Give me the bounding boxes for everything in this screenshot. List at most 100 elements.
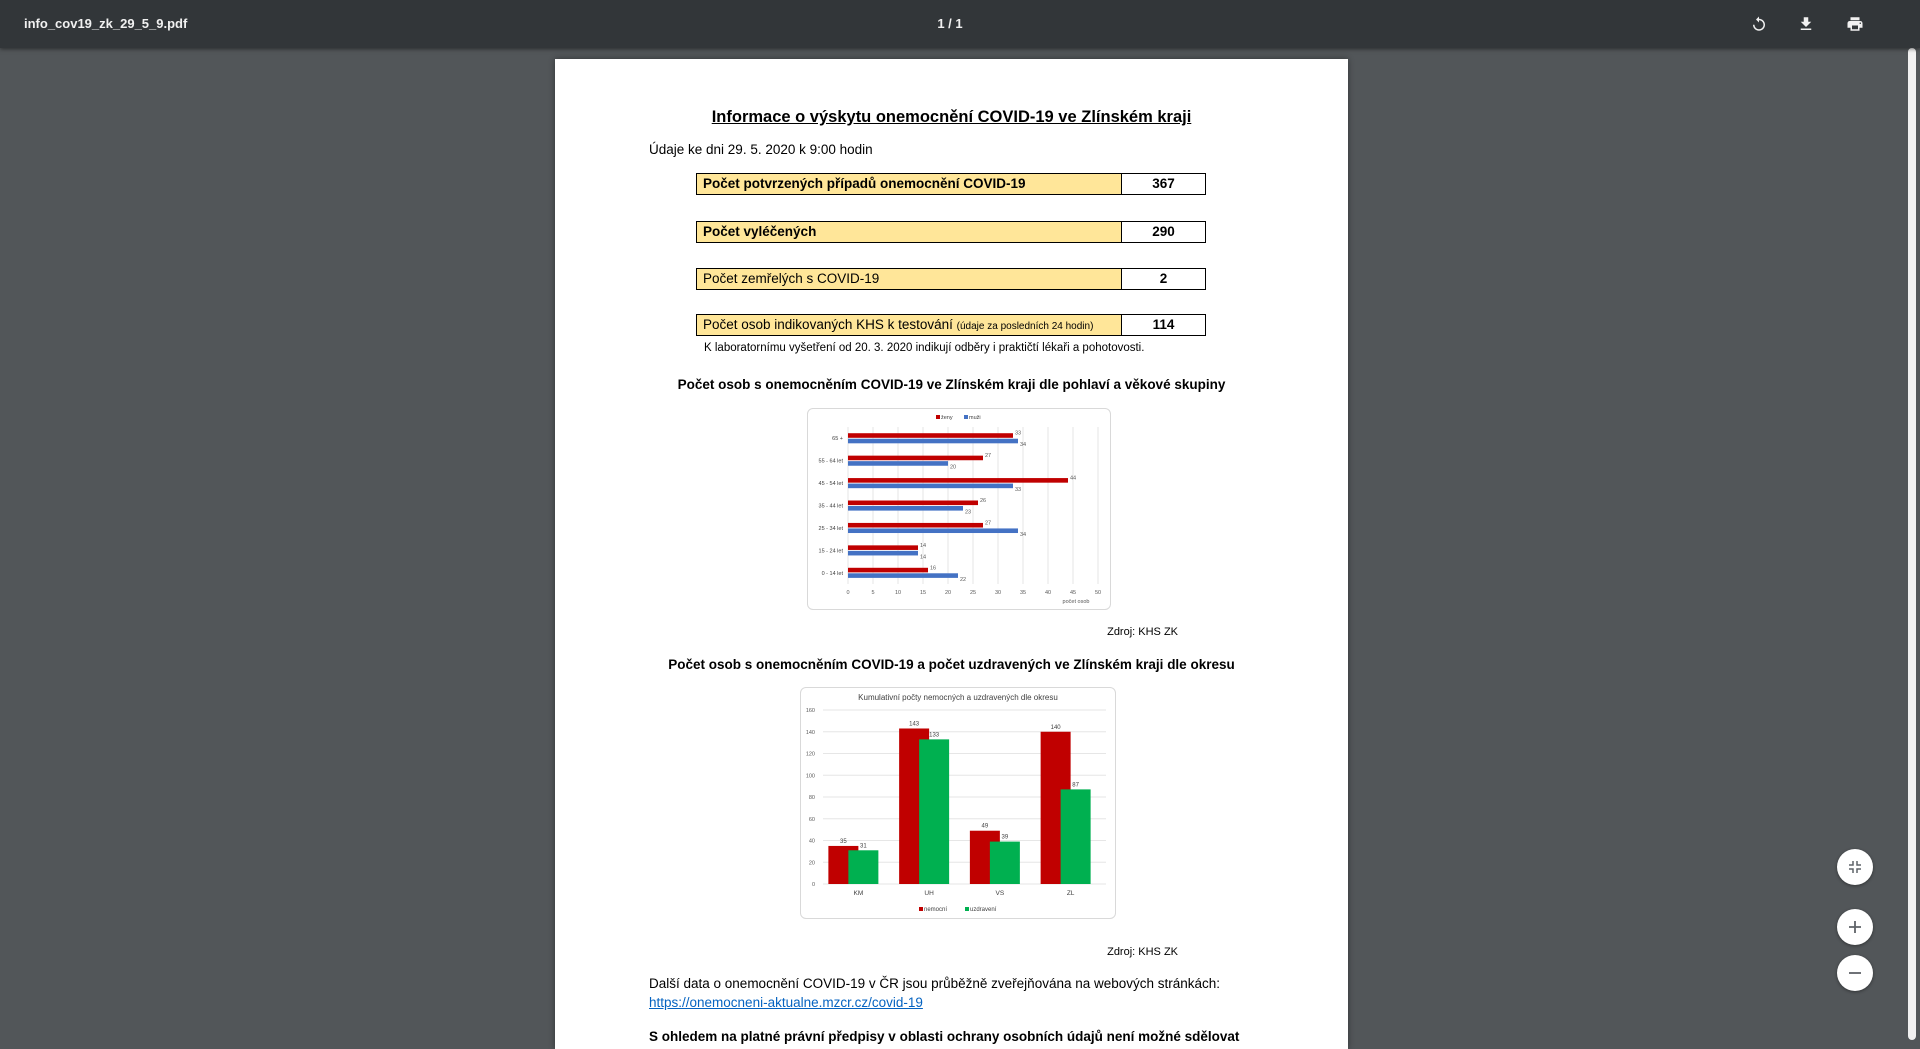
legend-label: uzdravení [970,907,997,913]
privacy-text: S ohledem na platné právní předpisy v ob… [649,1029,1240,1044]
stat-value: 114 [1152,317,1175,332]
pdf-page: Informace o výskytu onemocnění COVID-19 … [555,59,1348,1049]
chart-age-sex: 0 5 10 15 20 25 30 35 40 45 50 počet osob 65 + 33 34 55… [807,408,1111,610]
zoom-in-button[interactable] [1837,909,1873,945]
x-axis-label: počet osob [1063,599,1090,605]
fit-page-icon [1849,861,1861,873]
district-bar-chart: Kumulativní počty nemocných a uzdravenýc… [806,693,1106,913]
bar-uzdravení [848,850,879,884]
y-tick-label: 120 [806,752,815,758]
x-tick-label: 25 [970,590,976,596]
data-label: 27 [985,453,991,459]
stat-value: 290 [1152,224,1175,239]
x-tick-label: 20 [945,590,951,596]
bar-ženy [848,567,928,573]
y-tick-label: 25 - 34 let [819,526,844,532]
source-note: Zdroj: KHS ZK [1107,626,1178,638]
rotate-button[interactable] [1745,10,1773,38]
y-tick-label: 40 [809,839,815,845]
chart-district: Kumulativní počty nemocných a uzdravenýc… [800,687,1116,919]
y-tick-label: 0 - 14 let [822,571,844,577]
data-label: 143 [909,721,920,727]
more-info-text: Další data o onemocnění COVID-19 v ČR js… [649,976,1221,991]
zoom-out-icon [1849,972,1861,974]
data-label: 140 [1051,725,1062,731]
zoom-out-button[interactable] [1837,955,1873,991]
bar-muži [848,483,1013,489]
scrollbar-thumb[interactable] [1908,48,1916,1040]
data-label: 23 [965,510,971,516]
age-sex-bar-chart: 0 5 10 15 20 25 30 35 40 45 50 počet osob 65 + 33 34 55… [819,415,1101,605]
stat-value: 367 [1152,176,1175,191]
stat-value: 2 [1159,271,1168,286]
zoom-in-icon [1849,921,1861,933]
x-tick-label: 15 [920,590,926,596]
legend-label: nemocní [924,907,947,913]
bar-ženy [848,522,983,528]
legend-swatch [964,415,968,419]
page-indicator: 1 / 1 [937,16,963,31]
legend-label: muži [969,415,981,421]
stat-label-container: Počet osob indikovaných KHS k testování … [697,315,1122,335]
data-label: 16 [930,565,936,571]
data-label: 34 [1020,442,1026,448]
bar-muži [848,461,948,466]
x-tick-label: KM [854,890,864,897]
data-label: 22 [960,577,966,583]
y-tick-label: 45 - 54 let [819,481,844,487]
y-tick-label: 60 [809,817,815,823]
source-note: Zdroj: KHS ZK [1107,946,1178,958]
x-tick-label: VS [996,890,1005,897]
stat-tested: Počet osob indikovaných KHS k testování … [696,314,1206,336]
legend-swatch [965,907,969,911]
stat-label: Počet zemřelých s COVID-19 [697,269,1122,289]
bar-uzdravení [1060,789,1091,884]
x-tick-label: 40 [1045,590,1051,596]
section-title-age-sex: Počet osob s onemocněním COVID-19 ve Zlí… [677,377,1226,392]
bar-ženy [848,545,918,550]
stat-label: Počet vyléčených [697,222,1122,242]
bar-ženy [848,455,983,461]
bar-muži [848,550,918,556]
chart-title: Kumulativní počty nemocných a uzdravenýc… [858,693,1058,702]
bar-muži [848,506,963,511]
y-tick-label: 160 [806,708,815,714]
y-tick-label: 35 - 44 let [819,504,844,510]
stat-recovered: Počet vyléčených 290 [696,221,1206,243]
y-tick-label: 100 [806,773,815,779]
download-button[interactable] [1792,10,1820,38]
data-label: 87 [1072,782,1079,788]
bar-muži [848,528,1018,534]
data-label: 35 [840,839,847,845]
data-label: 14 [920,543,926,549]
data-label: 49 [982,824,989,830]
download-icon [1800,17,1812,30]
bar-ženy [848,478,1068,483]
x-tick-label: 35 [1020,590,1026,596]
bar-ženy [848,433,1013,438]
legend-swatch [936,415,940,419]
y-tick-label: 65 + [832,436,843,442]
y-tick-label: 15 - 24 let [819,548,844,554]
y-tick-label: 0 [812,882,815,888]
y-tick-label: 140 [806,730,815,736]
scrollbar[interactable] [1904,48,1920,1040]
stat-label: Počet potvrzených případů onemocnění COV… [697,174,1122,194]
data-label: 27 [985,520,991,526]
stat-label: Počet osob indikovaných KHS k testování [703,317,953,332]
covid-data-link[interactable]: https://onemocneni-aktualne.mzcr.cz/covi… [649,995,923,1010]
fit-page-button[interactable] [1837,849,1873,885]
data-label: 33 [1015,487,1021,493]
bar-muži [848,438,1018,444]
data-label: 14 [920,554,926,560]
legend-swatch [919,907,923,911]
data-label: 34 [1020,532,1026,538]
date-line: Údaje ke dni 29. 5. 2020 k 9:00 hodin [649,142,873,157]
x-tick-label: ZL [1067,890,1075,897]
legend-label: ženy [941,415,953,421]
print-button[interactable] [1841,10,1869,38]
bar-uzdravení [989,841,1020,884]
data-label: 39 [1002,835,1009,841]
stat-confirmed: Počet potvrzených případů onemocnění COV… [696,173,1206,195]
y-tick-label: 20 [809,860,815,866]
